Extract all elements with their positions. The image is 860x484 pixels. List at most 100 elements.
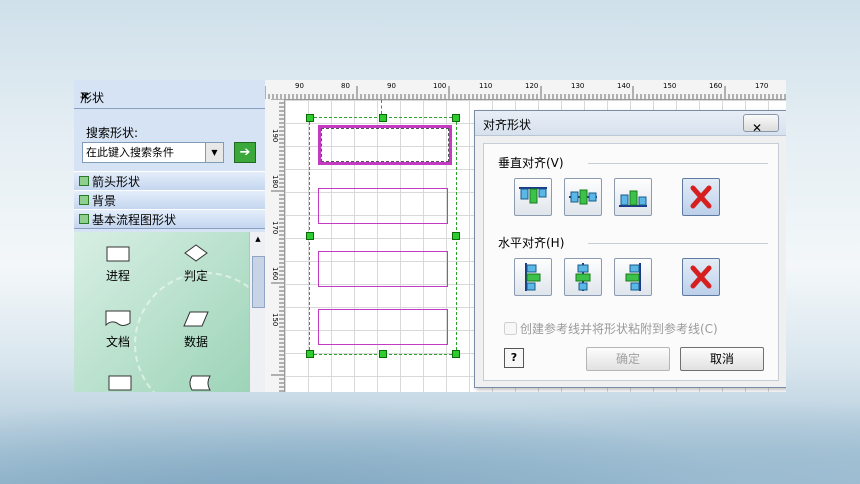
search-input[interactable] bbox=[83, 143, 204, 160]
divider bbox=[588, 163, 768, 164]
process-box[interactable] bbox=[318, 188, 448, 224]
align-top-icon bbox=[519, 187, 547, 204]
ruler-label: 110 bbox=[479, 82, 492, 90]
align-left-icon bbox=[525, 263, 541, 291]
shape-label: 判定 bbox=[183, 269, 208, 283]
stencil-basic-flowchart[interactable]: 基本流程图形状 bbox=[74, 209, 265, 229]
stencil-icon bbox=[79, 195, 89, 205]
align-left-button[interactable] bbox=[514, 258, 552, 296]
stencil-backgrounds[interactable]: 背景 bbox=[74, 190, 265, 210]
ruler-label: 170 bbox=[271, 221, 279, 234]
stencil-label: 箭头形状 bbox=[92, 175, 141, 189]
ruler-label: 130 bbox=[571, 82, 584, 90]
background-wave bbox=[0, 380, 860, 484]
shapes-panel: 形状 × 搜索形状: ▼ ➔ 箭头形状 背景 基本流程图形状 进程 bbox=[74, 80, 278, 392]
align-middle-icon bbox=[569, 189, 597, 205]
ruler-label: 150 bbox=[271, 313, 279, 326]
align-center-button[interactable] bbox=[564, 258, 602, 296]
process-shape-icon bbox=[106, 246, 130, 262]
ruler-label: 140 bbox=[617, 82, 630, 90]
ruler-label: 160 bbox=[271, 267, 279, 280]
scrollbar-thumb[interactable] bbox=[252, 256, 265, 308]
horizontal-ruler: 908090100110120130140150160170180 bbox=[264, 80, 786, 100]
stencil-label: 背景 bbox=[92, 194, 117, 208]
ruler-ticks: 190 180 170 160 150 bbox=[271, 98, 284, 392]
dialog-title: 对齐形状 bbox=[483, 118, 532, 132]
stencil-icon bbox=[79, 214, 89, 224]
selection-handle[interactable] bbox=[379, 114, 387, 122]
search-label: 搜索形状: bbox=[86, 126, 139, 140]
panel-header: 形状 × bbox=[74, 86, 265, 109]
shape-label: 进程 bbox=[105, 269, 130, 283]
checkbox-input[interactable] bbox=[504, 322, 517, 335]
ok-button[interactable]: 确定 bbox=[586, 347, 670, 371]
data-shape-icon bbox=[183, 311, 209, 327]
dialog-titlebar: 对齐形状 ✕ bbox=[475, 111, 786, 136]
chevron-down-icon[interactable]: ▼ bbox=[205, 143, 223, 162]
process-box[interactable] bbox=[318, 309, 448, 345]
checkbox-label: 创建参考线并将形状粘附到参考线(C) bbox=[520, 322, 718, 336]
selection-handle[interactable] bbox=[306, 232, 314, 240]
align-right-icon bbox=[625, 263, 641, 291]
ruler-label: 120 bbox=[525, 82, 538, 90]
ruler-ticks: 908090100110120130140150160170180 bbox=[264, 82, 786, 99]
cancel-button[interactable]: 取消 bbox=[680, 347, 764, 371]
shape-label: 文档 bbox=[105, 335, 130, 349]
ruler-label: 90 bbox=[387, 82, 396, 90]
rotation-guide bbox=[381, 100, 384, 114]
align-middle-button[interactable] bbox=[564, 178, 602, 216]
shape-document[interactable]: 文档 bbox=[88, 310, 148, 350]
close-icon: ✕ bbox=[752, 121, 763, 135]
visio-screenshot: 形状 × 搜索形状: ▼ ➔ 箭头形状 背景 基本流程图形状 进程 bbox=[74, 80, 786, 392]
shape-data[interactable]: 数据 bbox=[166, 310, 226, 350]
selection-handle[interactable] bbox=[379, 350, 387, 358]
shape-process[interactable]: 进程 bbox=[88, 246, 148, 284]
no-vertical-align-button[interactable] bbox=[682, 178, 720, 216]
ruler-label: 80 bbox=[341, 82, 350, 90]
dialog-body: 垂直对齐(V) 水平对齐(H) 创建参考线并将形状粘附到参考线(C) ? 确定 … bbox=[483, 143, 779, 381]
selection-handle[interactable] bbox=[306, 350, 314, 358]
help-icon: ? bbox=[510, 351, 518, 364]
search-box: ▼ bbox=[82, 142, 224, 163]
stored-data-shape-icon[interactable] bbox=[187, 375, 211, 391]
selection-handle[interactable] bbox=[452, 114, 460, 122]
stencil-arrows[interactable]: 箭头形状 bbox=[74, 171, 265, 191]
align-bottom-icon bbox=[619, 190, 647, 207]
ruler-label: 90 bbox=[295, 82, 304, 90]
scroll-up-icon[interactable]: ▲ bbox=[250, 232, 266, 246]
stencil-icon bbox=[79, 176, 89, 186]
search-go-button[interactable]: ➔ bbox=[234, 142, 256, 163]
ruler-label: 150 bbox=[663, 82, 676, 90]
align-shapes-dialog: 对齐形状 ✕ 垂直对齐(V) 水平对齐(H) 创建参考线并将形状粘附到参考线(C… bbox=[474, 110, 786, 388]
dialog-close-button[interactable]: ✕ bbox=[743, 114, 779, 135]
selection-handle[interactable] bbox=[452, 232, 460, 240]
stencil-label: 基本流程图形状 bbox=[92, 213, 177, 227]
help-button[interactable]: ? bbox=[504, 348, 524, 368]
align-top-button[interactable] bbox=[514, 178, 552, 216]
ruler-label: 190 bbox=[271, 129, 279, 142]
align-right-button[interactable] bbox=[614, 258, 652, 296]
shape-gallery: 进程 判定 文档 数据 bbox=[74, 232, 278, 392]
ruler-label: 180 bbox=[271, 175, 279, 188]
horizontal-align-label: 水平对齐(H) bbox=[498, 236, 565, 250]
divider bbox=[588, 243, 768, 244]
shape-label: 数据 bbox=[183, 335, 208, 349]
document-shape-icon bbox=[105, 310, 131, 327]
no-horizontal-align-button[interactable] bbox=[682, 258, 720, 296]
rectangle-shape-icon[interactable] bbox=[108, 375, 132, 391]
align-center-icon bbox=[575, 263, 591, 291]
x-icon bbox=[690, 185, 712, 209]
close-icon[interactable]: × bbox=[80, 89, 259, 103]
shape-gallery-scrollbar[interactable]: ▲ bbox=[249, 232, 266, 392]
arrow-right-icon: ➔ bbox=[239, 145, 251, 160]
process-box-primary[interactable] bbox=[318, 125, 452, 165]
ruler-label: 160 bbox=[709, 82, 722, 90]
create-guide-checkbox[interactable]: 创建参考线并将形状粘附到参考线(C) bbox=[504, 320, 718, 337]
vertical-ruler: 190 180 170 160 150 bbox=[265, 98, 285, 392]
selection-handle[interactable] bbox=[306, 114, 314, 122]
align-bottom-button[interactable] bbox=[614, 178, 652, 216]
selection-handle[interactable] bbox=[452, 350, 460, 358]
process-box[interactable] bbox=[318, 251, 448, 287]
shape-decision[interactable]: 判定 bbox=[166, 244, 226, 284]
ruler-label: 170 bbox=[755, 82, 768, 90]
